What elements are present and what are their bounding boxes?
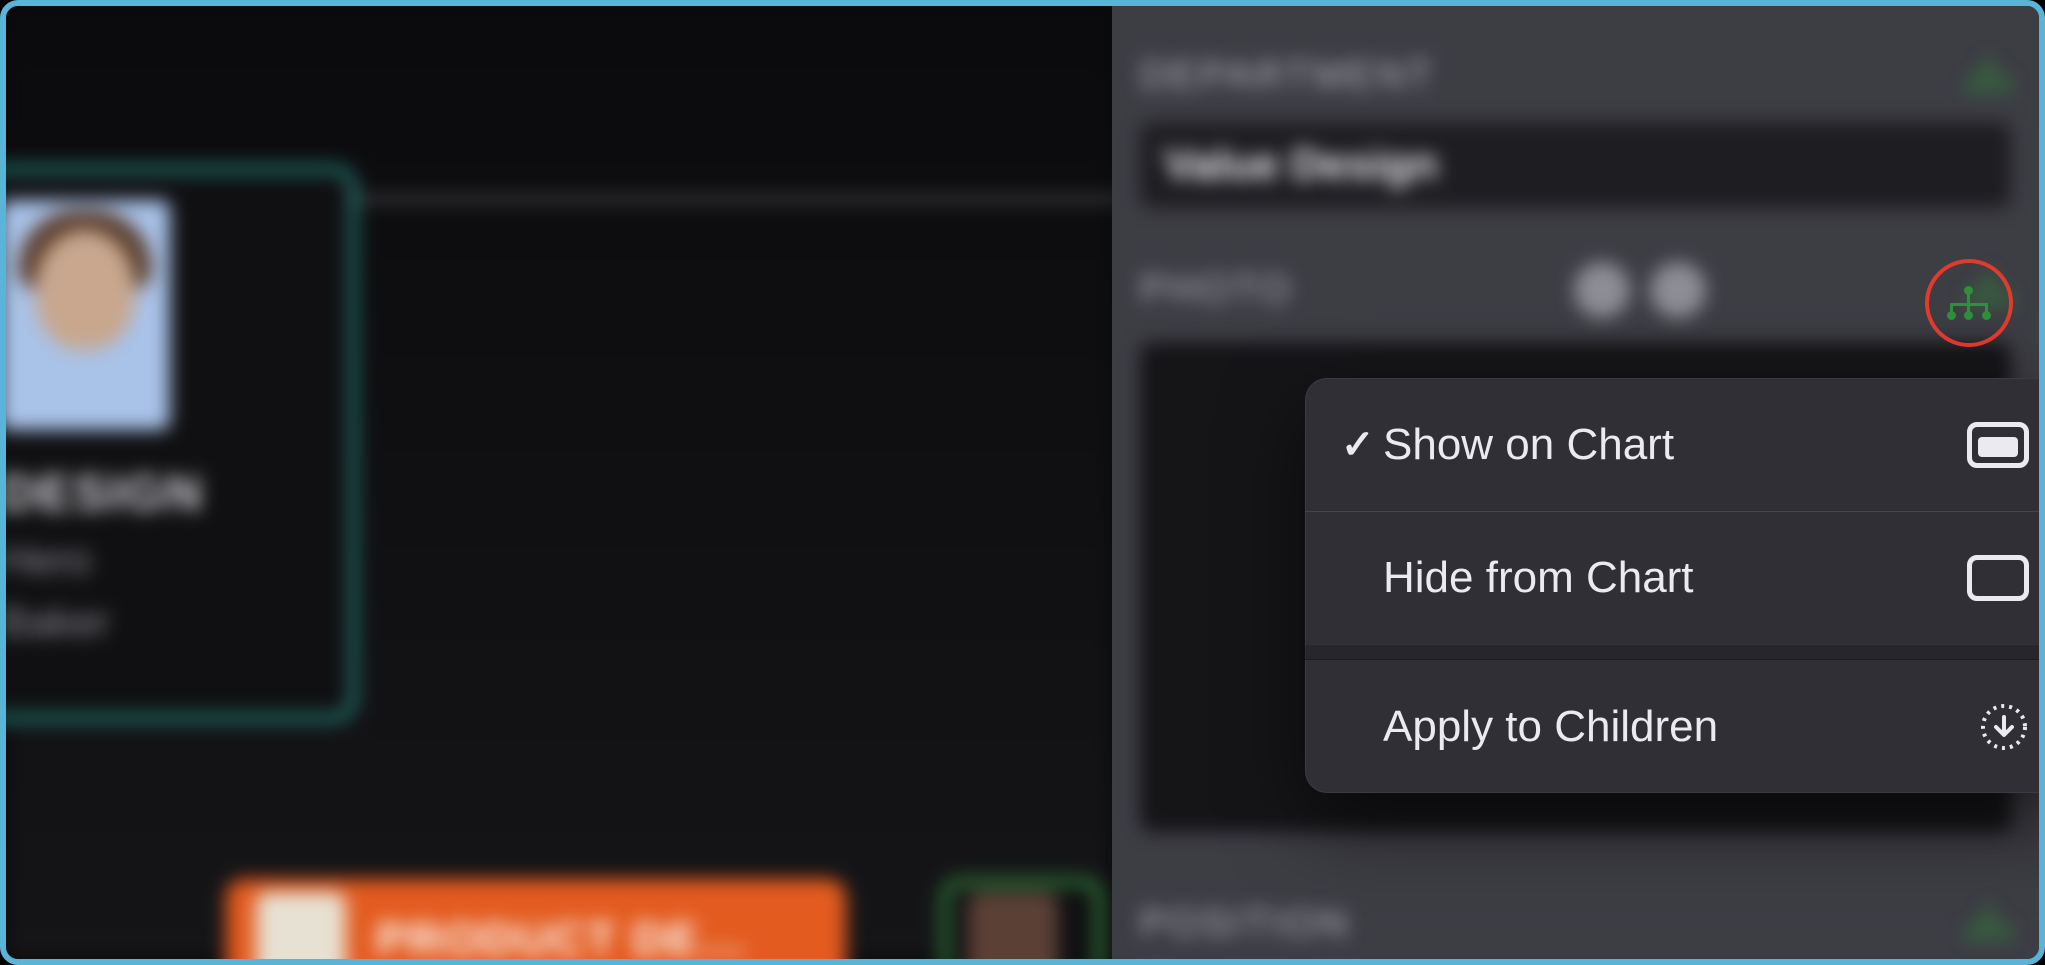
avatar (968, 892, 1058, 965)
hierarchy-icon[interactable] (1967, 59, 2011, 93)
section-header-photo: PHOTO (1112, 262, 2039, 318)
avatar (256, 892, 346, 965)
photo-add-button[interactable] (1574, 262, 1630, 318)
menu-item-hide-from-chart[interactable]: Hide from Chart (1305, 511, 2045, 644)
menu-item-apply-to-children[interactable]: Apply to Children (1305, 660, 2045, 793)
card-department-label: DESIGN (0, 464, 322, 522)
menu-item-show-on-chart[interactable]: ✓ Show on Chart (1305, 378, 2045, 511)
chart-visibility-menu: ✓ Show on Chart Hide from Chart Apply to… (1305, 378, 2045, 793)
photo-remove-button[interactable] (1650, 262, 1706, 318)
section-header-department: DEPARTMENT (1112, 54, 2039, 98)
hierarchy-icon[interactable] (1947, 286, 1991, 320)
menu-item-label: Show on Chart (1383, 420, 1967, 470)
menu-item-label: Apply to Children (1383, 702, 1979, 752)
hierarchy-icon[interactable] (1967, 907, 2011, 941)
connector-line (308, 197, 1128, 201)
section-label: POSITION (1140, 902, 1350, 946)
card-line-2: Baker (0, 598, 322, 646)
checkmark-icon: ✓ (1341, 422, 1383, 468)
app-window: DESIGN Hero Baker PRODUCT DE… DEPARTMENT (0, 0, 2045, 965)
section-header-position: POSITION (1112, 902, 2039, 946)
card-empty-icon (1967, 555, 2029, 601)
card-text: DESIGN Hero Baker (0, 464, 322, 646)
highlight-ring (1925, 259, 2013, 347)
department-field[interactable]: Value Design (1140, 122, 2011, 208)
card-line-1: Hero (0, 536, 322, 584)
child-card-label: PRODUCT DE… (376, 912, 748, 965)
section-label: PHOTO (1140, 268, 1293, 312)
child-card-product[interactable]: PRODUCT DE… (226, 879, 846, 965)
child-card-partial[interactable] (942, 879, 1102, 965)
menu-item-label: Hide from Chart (1383, 553, 1967, 603)
avatar (0, 200, 170, 430)
chart-canvas[interactable]: DESIGN Hero Baker PRODUCT DE… (6, 6, 1112, 959)
apply-down-icon (1979, 702, 2029, 752)
menu-separator (1305, 644, 2045, 660)
selected-card[interactable]: DESIGN Hero Baker (0, 166, 356, 721)
card-filled-icon (1967, 422, 2029, 468)
section-label: DEPARTMENT (1140, 54, 1435, 98)
